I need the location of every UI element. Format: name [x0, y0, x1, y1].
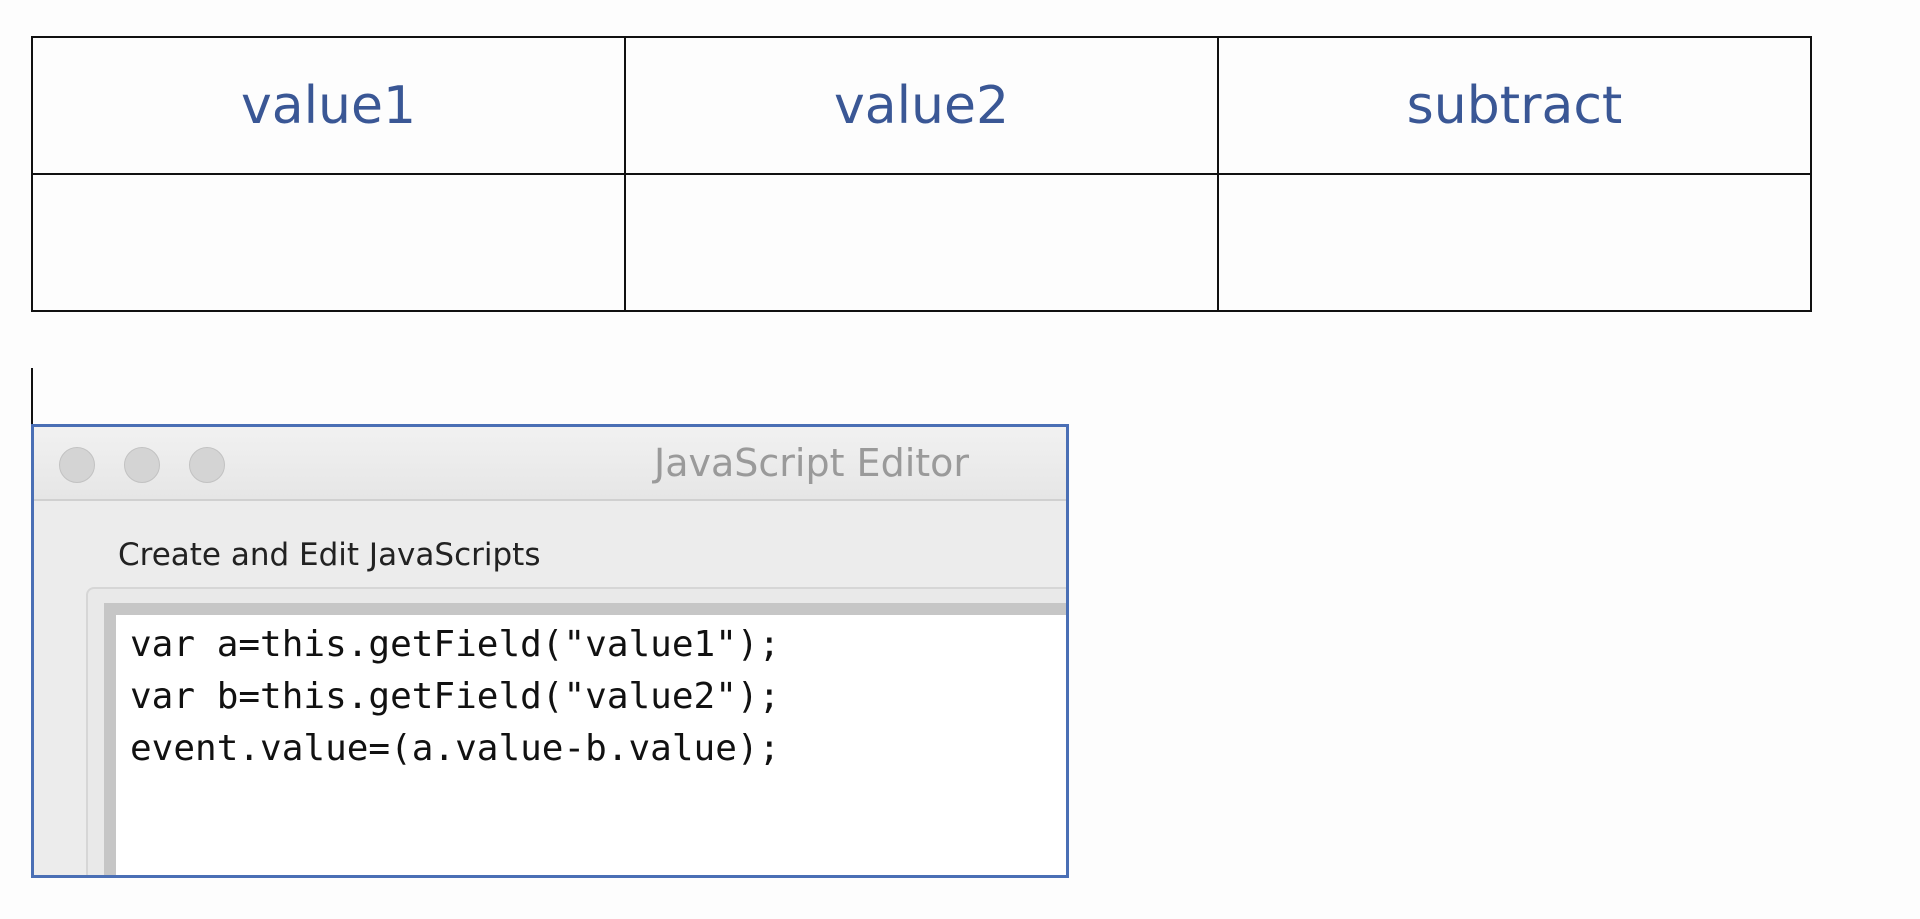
window-title: JavaScript Editor — [654, 441, 970, 485]
close-window-button[interactable] — [59, 447, 95, 483]
code-line: var b=this.getField("value2"); — [130, 676, 781, 717]
value2-field[interactable] — [624, 173, 1219, 312]
form-fields-table: value1 value2 subtract — [31, 36, 1812, 312]
code-line: var a=this.getField("value1"); — [130, 624, 781, 665]
javascript-editor-window: JavaScript Editor Create and Edit JavaSc… — [31, 424, 1069, 878]
zoom-window-button[interactable] — [189, 447, 225, 483]
header-value2: value2 — [624, 36, 1219, 175]
window-titlebar[interactable]: JavaScript Editor — [34, 427, 1066, 501]
section-label: Create and Edit JavaScripts — [118, 537, 541, 573]
header-value1: value1 — [31, 36, 626, 175]
javascript-code-editor[interactable]: var a=this.getField("value1"); var b=thi… — [104, 603, 1066, 875]
header-row: value1 value2 subtract — [31, 36, 1812, 175]
code-line: event.value=(a.value-b.value); — [130, 728, 781, 769]
value1-field[interactable] — [31, 173, 626, 312]
input-row — [31, 173, 1812, 312]
minimize-window-button[interactable] — [124, 447, 160, 483]
subtract-field[interactable] — [1217, 173, 1812, 312]
text-cursor — [31, 368, 33, 424]
header-subtract: subtract — [1217, 36, 1812, 175]
